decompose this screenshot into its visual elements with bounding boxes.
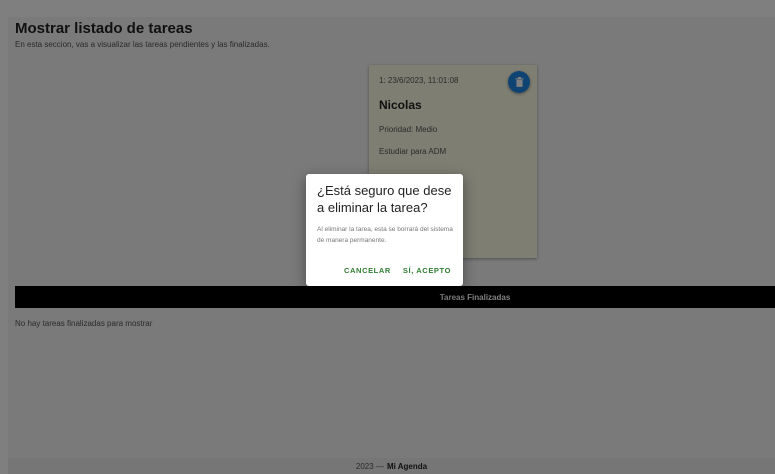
dialog-title: ¿Está seguro que dese a eliminar la tare… xyxy=(317,183,452,215)
dialog-body: Al eliminar la tarea, esta se borrará de… xyxy=(317,226,453,244)
dialog-actions: CANCELAR SÍ, ACEPTO xyxy=(344,266,451,275)
confirm-delete-dialog: ¿Está seguro que dese a eliminar la tare… xyxy=(306,174,463,286)
accept-button[interactable]: SÍ, ACEPTO xyxy=(403,266,451,275)
cancel-button[interactable]: CANCELAR xyxy=(344,266,391,275)
